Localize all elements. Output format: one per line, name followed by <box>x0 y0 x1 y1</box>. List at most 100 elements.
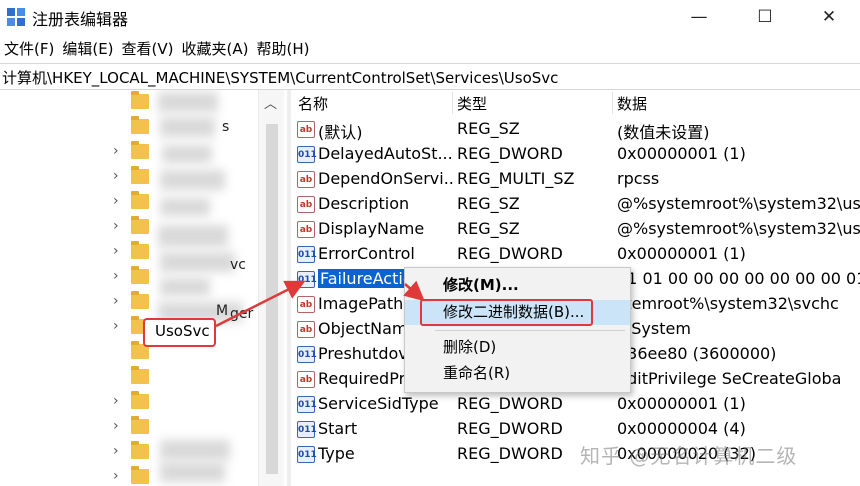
redacted-label <box>160 462 225 482</box>
folder-icon <box>131 191 149 209</box>
value-row[interactable]: 011 ErrorControl REG_DWORD 0x00000001 (1) <box>292 242 860 267</box>
value-data: rpcss <box>617 169 660 188</box>
chevron-right-icon[interactable]: › <box>113 193 119 209</box>
tree-item[interactable] <box>0 340 260 365</box>
value-row[interactable]: ab DependOnServi... REG_MULTI_SZ rpcss <box>292 167 860 192</box>
string-value-icon: ab <box>297 221 315 238</box>
scrollbar-thumb[interactable] <box>266 124 278 474</box>
value-row[interactable]: ab DisplayName REG_SZ @%systemroot%\system3… <box>292 217 860 242</box>
value-name[interactable]: Type <box>318 444 453 463</box>
tree-item[interactable] <box>0 115 260 140</box>
value-name[interactable]: DependOnServi... <box>318 169 453 188</box>
value-row[interactable]: 011 Start REG_DWORD 0x00000004 (4) <box>292 417 860 442</box>
value-data: 51 01 00 00 00 00 00 00 00 01 <box>617 269 860 288</box>
menu-help[interactable]: 帮助(H) <box>254 38 315 59</box>
menu-edit[interactable]: 编辑(E) <box>60 38 119 59</box>
menu-item-modify[interactable]: 修改(M)... <box>405 273 630 298</box>
chevron-right-icon[interactable]: › <box>113 443 119 459</box>
window-title: 注册表编辑器 <box>32 10 129 29</box>
value-row[interactable]: 011 DelayedAutoSt... REG_DWORD 0x00000001 (… <box>292 142 860 167</box>
folder-icon <box>131 366 149 384</box>
value-data: @%systemroot%\system32\uso <box>617 219 860 238</box>
menu-favorites[interactable]: 收藏夹(A) <box>180 38 255 59</box>
folder-icon <box>131 241 149 259</box>
value-data: 0x00000001 (1) <box>617 144 746 163</box>
address-path[interactable]: 计算机\HKEY_LOCAL_MACHINE\SYSTEM\CurrentCon… <box>2 67 558 88</box>
value-row[interactable]: ab Description REG_SZ @%systemroot%\system3… <box>292 192 860 217</box>
title-bar: 注册表编辑器 — ☐ ✕ <box>0 0 860 34</box>
value-type: REG_DWORD <box>457 444 563 463</box>
tree-scrollbar[interactable]: ︿ <box>258 90 284 486</box>
menu-view[interactable]: 查看(V) <box>120 38 180 59</box>
redacted-label <box>160 278 210 296</box>
redacted-label <box>160 440 230 460</box>
value-name[interactable]: DelayedAutoSt... <box>318 144 453 163</box>
tree-item-usosvc[interactable]: UsoSvc <box>155 322 210 340</box>
chevron-right-icon[interactable]: › <box>113 168 119 184</box>
tree-partial-label: ger <box>230 306 254 322</box>
value-name[interactable]: ErrorControl <box>318 244 453 263</box>
annotation-highlight-box <box>420 299 593 326</box>
column-divider[interactable] <box>452 92 453 114</box>
redacted-label <box>160 198 210 216</box>
tree-partial-label: M <box>216 303 229 319</box>
value-row[interactable]: 011 ServiceSidType REG_DWORD 0x00000001 (1) <box>292 392 860 417</box>
string-value-icon: ab <box>297 371 315 388</box>
value-row[interactable]: ab (默认) REG_SZ (数值未设置) <box>292 117 860 142</box>
value-data: (数值未设置) <box>617 123 710 142</box>
chevron-right-icon[interactable]: › <box>113 143 119 159</box>
string-value-icon: ab <box>297 171 315 188</box>
tree-partial-label: vc <box>230 257 246 273</box>
string-value-icon: ab <box>297 296 315 313</box>
chevron-up-icon[interactable]: ︿ <box>264 93 277 112</box>
chevron-right-icon[interactable]: › <box>113 218 119 234</box>
value-name[interactable]: Description <box>318 194 453 213</box>
tree-item[interactable]: › <box>0 140 260 165</box>
column-header-type[interactable]: 类型 <box>457 93 487 114</box>
chevron-right-icon[interactable]: › <box>113 468 119 484</box>
chevron-right-icon[interactable]: › <box>113 393 119 409</box>
chevron-right-icon[interactable]: › <box>113 418 119 434</box>
tree-item[interactable] <box>0 365 260 390</box>
watermark: 知乎 @无名计算机二级 <box>580 444 798 468</box>
chevron-right-icon[interactable]: › <box>113 268 119 284</box>
column-header-data[interactable]: 数据 <box>617 93 647 114</box>
tree-item[interactable] <box>0 90 260 115</box>
value-type: REG_DWORD <box>457 419 563 438</box>
value-name[interactable]: Start <box>318 419 453 438</box>
redacted-label <box>158 225 228 247</box>
menu-file[interactable]: 文件(F) <box>2 38 60 59</box>
maximize-button[interactable]: ☐ <box>742 0 788 34</box>
column-divider[interactable] <box>612 92 613 114</box>
redacted-label <box>160 252 235 272</box>
value-name[interactable]: (默认) <box>318 119 453 143</box>
tree-item[interactable]: › <box>0 390 260 415</box>
folder-icon <box>131 141 149 159</box>
folder-icon <box>131 416 149 434</box>
value-data: uditPrivilege SeCreateGloba <box>617 369 842 388</box>
menu-bar: 文件(F) 编辑(E) 查看(V) 收藏夹(A) 帮助(H) <box>0 34 860 62</box>
close-button[interactable]: ✕ <box>806 0 852 34</box>
value-name[interactable]: ServiceSidType <box>318 394 453 413</box>
menu-item-rename[interactable]: 重命名(R) <box>405 361 630 386</box>
address-bar[interactable]: 计算机\HKEY_LOCAL_MACHINE\SYSTEM\CurrentCon… <box>0 63 860 90</box>
menu-item-delete[interactable]: 删除(D) <box>405 335 630 360</box>
value-type: REG_DWORD <box>457 144 563 163</box>
folder-icon <box>131 216 149 234</box>
chevron-right-icon[interactable]: › <box>113 243 119 259</box>
binary-value-icon: 011 <box>297 246 317 263</box>
pane-splitter[interactable] <box>287 90 291 486</box>
string-value-icon: ab <box>297 321 315 338</box>
tree-item[interactable]: › <box>0 415 260 440</box>
folder-icon <box>131 266 149 284</box>
folder-icon <box>131 291 149 309</box>
value-name[interactable]: DisplayName <box>318 219 453 238</box>
binary-value-icon: 011 <box>297 421 317 438</box>
minimize-button[interactable]: — <box>676 0 722 34</box>
redacted-label <box>158 92 218 112</box>
tree-item[interactable]: › <box>0 190 260 215</box>
menu-separator <box>435 330 625 331</box>
column-header-name[interactable]: 名称 <box>298 93 328 114</box>
chevron-right-icon[interactable]: › <box>113 293 119 309</box>
chevron-right-icon[interactable]: › <box>113 318 119 334</box>
